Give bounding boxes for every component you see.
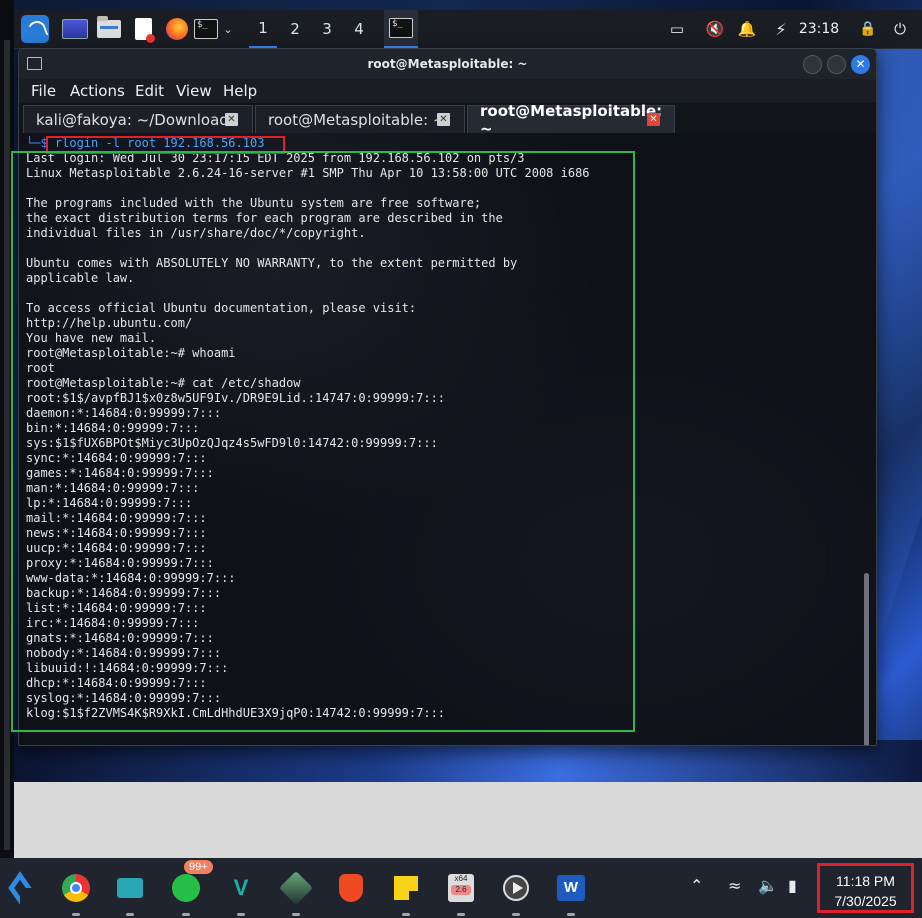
touch-keyboard-app[interactable] [114,872,146,916]
whatsapp-app[interactable]: 99+ [170,860,213,916]
window-title: root@Metasploitable: ~ [367,57,528,71]
brave-app[interactable] [335,872,367,904]
power-icon[interactable]: ⏻ [888,10,912,48]
kali-menu-button[interactable] [18,10,52,48]
kali-top-panel: ⌄ 1 2 3 4 ▭ 🔇 🔔 ⚡ 23:18 🔒 ⏻ [14,10,922,49]
menu-file[interactable]: File [31,82,56,100]
tab-bar: kali@fakoya: ~/Downloads ✕ root@Metasplo… [19,102,876,138]
outer-scrollbar[interactable] [4,40,10,850]
file-manager-launcher[interactable] [94,10,124,48]
tab-metasploitable-2[interactable]: root@Metasploitable: ~ ✕ [467,102,675,138]
tab-label: kali@fakoya: ~/Downloads [36,110,237,129]
tab-close-icon[interactable]: ✕ [225,113,238,126]
tab-kali-downloads[interactable]: kali@fakoya: ~/Downloads ✕ [23,105,253,133]
close-icon: ✕ [855,57,866,71]
workspace-2[interactable]: 2 [281,10,309,48]
chevron-down-icon: ⌄ [223,22,233,36]
vscode-icon [8,874,36,902]
chevron-up-icon[interactable]: ⌃ [690,876,703,895]
sticky-notes-app[interactable] [390,872,422,916]
media-player-app[interactable] [500,872,532,916]
battery-charging-icon[interactable]: ⚡ [770,10,792,48]
word-app[interactable]: W [555,872,587,916]
tab-close-icon[interactable]: ✕ [647,113,660,126]
terminal-scrollbar[interactable] [864,573,869,745]
tab-label: root@Metasploitable: ~ [268,110,446,129]
virtualbox-icon: V [233,875,249,900]
speaker-icon[interactable]: 🔈 [758,876,778,895]
virtualbox-app[interactable]: V [225,872,257,916]
clock-date: 7/30/2025 [834,893,897,909]
clock-time: 11:18 PM [836,873,895,889]
menu-bar: File Actions Edit View Help [19,79,876,103]
launcher-dropdown[interactable]: ⌄ [220,10,236,48]
whatsapp-icon [172,874,200,902]
show-desktop-button[interactable] [60,10,90,48]
vscode-app[interactable] [6,872,38,904]
x64-label: x64 [454,874,468,883]
x64dbg-app[interactable]: x64 2.6 [445,872,477,916]
firefox-launcher[interactable] [162,10,192,48]
desktop-icon [62,19,88,39]
terminal-icon [389,18,413,38]
window-titlebar[interactable]: root@Metasploitable: ~ ✕ [19,49,876,79]
notification-bell-icon[interactable]: 🔔 [736,10,758,48]
chrome-icon [62,874,90,902]
terminal-icon [194,19,218,39]
close-button[interactable]: ✕ [851,55,870,74]
minimize-button[interactable] [803,55,822,74]
sticky-notes-icon [394,876,418,900]
brave-icon [339,874,363,902]
workspace-4[interactable]: 4 [345,10,373,48]
system-clock[interactable]: 11:18 PM 7/30/2025 [817,863,914,913]
tab-metasploitable-1[interactable]: root@Metasploitable: ~ ✕ [255,105,465,133]
lock-icon[interactable]: 🔒 [858,10,878,48]
windows-taskbar: 99+ V x64 2.6 W ⌃ ≈ 🔈 ▮ [0,858,922,918]
workspace-3[interactable]: 3 [313,10,341,48]
workspace-1[interactable]: 1 [249,10,277,48]
menu-view[interactable]: View [176,82,212,100]
kali-dragon-icon [21,15,49,43]
menu-edit[interactable]: Edit [135,82,164,100]
play-icon [503,875,529,901]
x64-icon: x64 2.6 [448,874,474,902]
menu-actions[interactable]: Actions [70,82,125,100]
whatsapp-badge: 99+ [184,860,213,874]
cube-app[interactable] [279,871,313,916]
wifi-icon[interactable]: ≈ [728,876,741,895]
chrome-app[interactable] [60,872,92,916]
terminal-launcher[interactable] [194,10,218,48]
display-icon[interactable]: ▭ [664,10,690,48]
battery-icon[interactable]: ▮ [788,876,797,895]
maximize-button[interactable] [827,55,846,74]
panel-clock[interactable]: 23:18 [796,10,842,48]
word-icon: W [557,875,585,901]
volume-muted-icon[interactable]: 🔇 [702,10,728,48]
green-highlight-output [11,151,635,732]
taskbar-terminal-window[interactable] [384,10,418,48]
x64-version: 2.6 [451,885,471,895]
document-icon [134,18,155,43]
firefox-icon [166,18,188,40]
tab-close-icon[interactable]: ✕ [437,113,450,126]
folder-icon [97,16,121,38]
cube-icon [279,871,313,905]
text-editor-launcher[interactable] [128,10,158,48]
keyboard-icon [117,878,143,898]
menu-help[interactable]: Help [223,82,257,100]
